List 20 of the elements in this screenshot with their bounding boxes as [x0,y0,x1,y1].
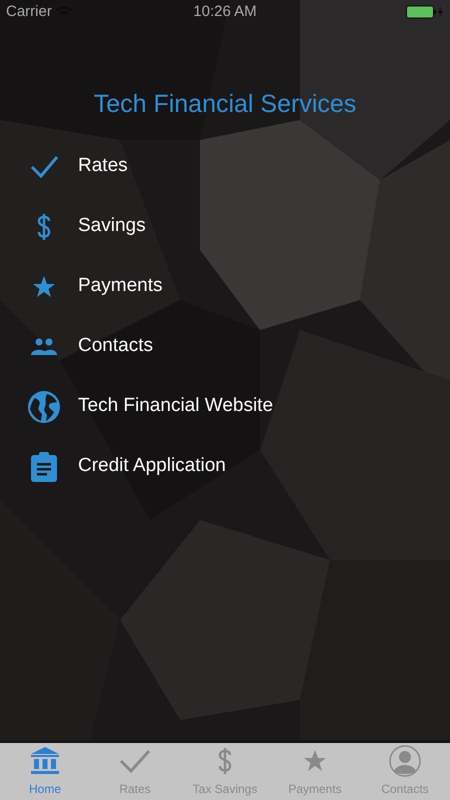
app-title: Tech Financial Services [94,89,356,120]
dollar-icon [36,212,52,240]
person-icon [389,745,421,777]
carrier-label: Carrier [6,2,52,22]
menu-item[interactable]: Contacts [0,316,450,376]
battery-icon [406,5,444,19]
clipboard-icon [30,450,58,482]
menu-item[interactable]: Payments [0,256,450,316]
menu-item[interactable]: Rates [0,136,450,196]
clock-time: 10:26 AM [193,2,257,22]
menu-item[interactable]: Credit Application [0,436,450,496]
globe-icon [27,390,61,424]
people-icon [31,338,57,356]
bank-icon [30,746,60,776]
menu-item[interactable]: Savings [0,196,450,256]
star-icon [303,749,327,773]
checkmark-icon [119,748,151,774]
star-icon [32,274,56,298]
dollar-icon [217,747,233,775]
menu-item[interactable]: Tech Financial Website [0,376,450,436]
